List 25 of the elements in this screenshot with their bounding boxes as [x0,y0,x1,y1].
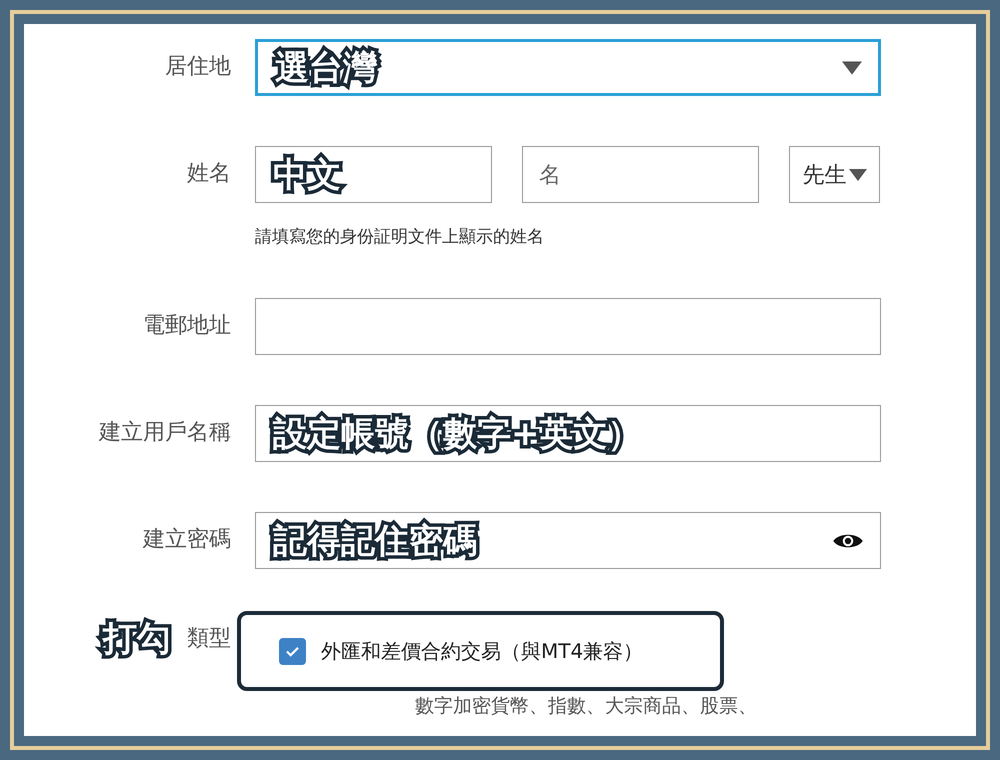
field-label: 類型 [187,626,231,651]
field-label: 建立密碼 [143,527,231,552]
field-label: 電郵地址 [143,313,231,338]
text-field[interactable] [255,298,881,355]
checkbox[interactable] [279,638,306,664]
hint-text: 請填寫您的身份証明文件上顯示的姓名 [255,226,545,248]
field-label: 建立用戶名稱 [99,420,231,445]
option-label: 外匯和差價合約交易（與MT4兼容） [321,638,644,664]
annotation-text: 中文 [268,149,346,200]
check-icon [285,644,300,658]
text-field[interactable]: 設定帳號（數字+英文） [255,405,881,462]
first-name-field[interactable]: 名 [522,146,759,203]
password-field[interactable]: 記得記住密碼 [255,512,881,569]
title-select[interactable]: 先生 [789,146,880,203]
annotation-text: 選台灣 [270,42,382,93]
annotation-text: 設定帳號（數字+英文） [268,408,646,459]
country-select[interactable]: 選台灣 [255,39,881,96]
option-description: 數字加密貨幣、指數、大宗商品、股票、 [415,694,758,719]
annotation-text: 打勾 [98,614,176,664]
last-name-field[interactable]: 中文 [255,146,492,203]
field-label: 姓名 [187,161,231,186]
caret-icon [848,168,866,180]
caret-icon [842,60,862,74]
field-label: 居住地 [165,54,231,79]
annotation-text: 記得記住密碼 [268,515,482,566]
